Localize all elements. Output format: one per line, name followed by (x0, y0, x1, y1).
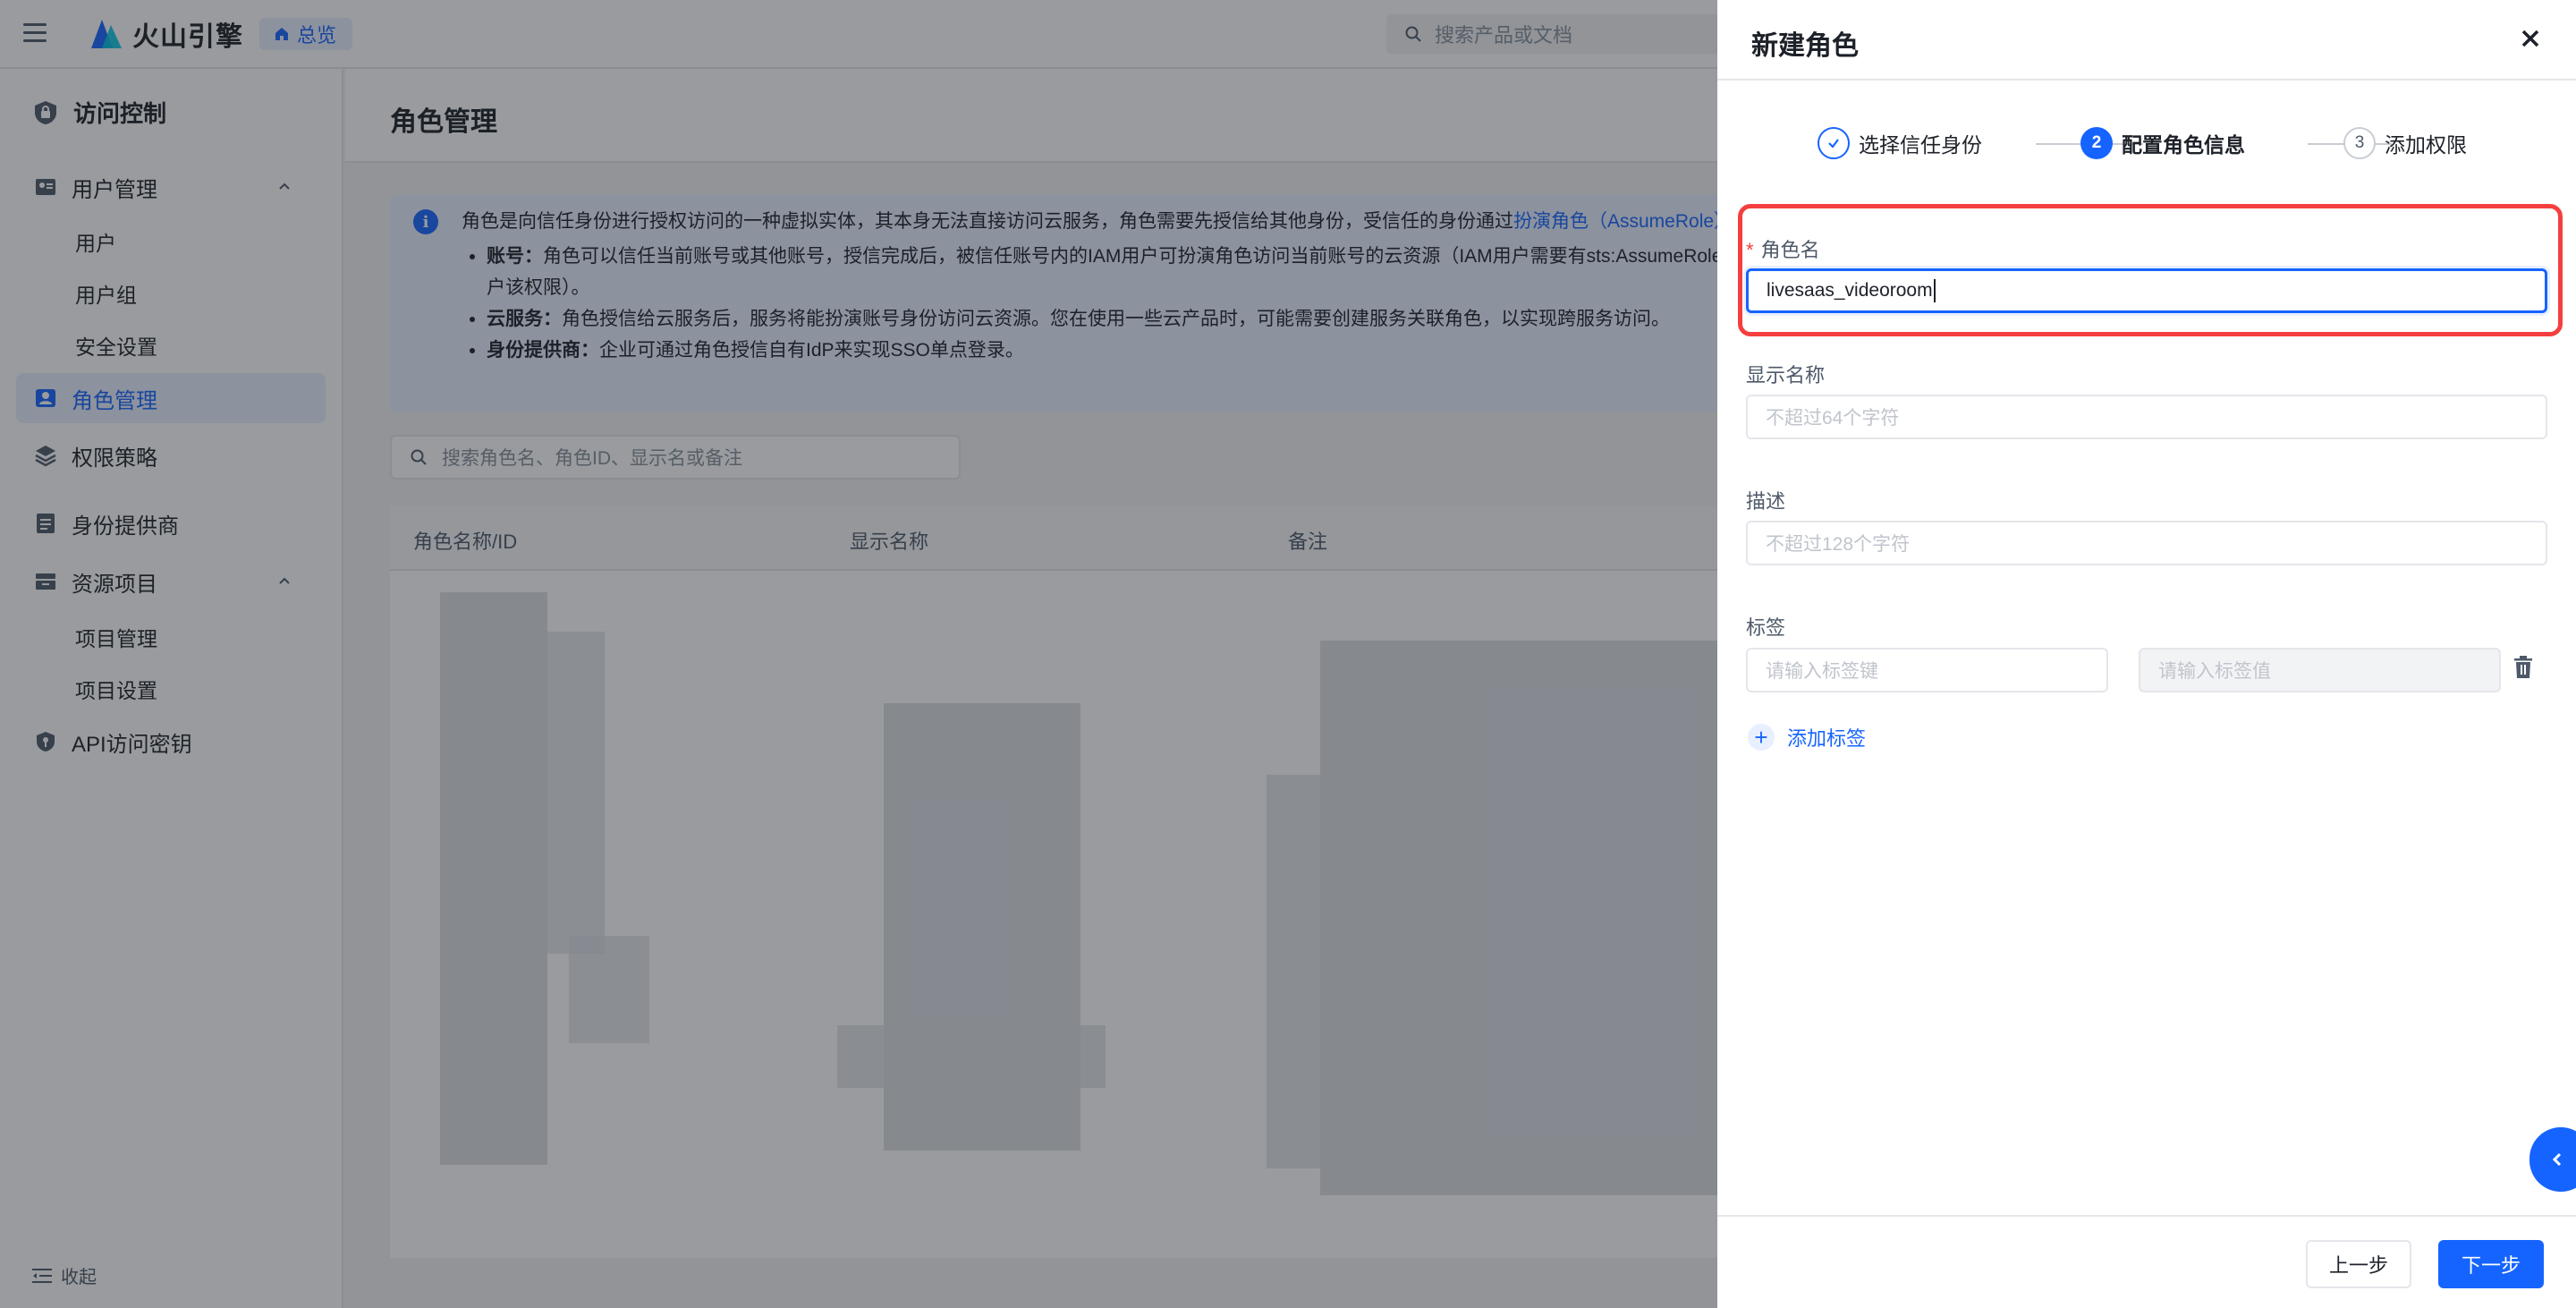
close-icon[interactable] (2517, 25, 2544, 52)
step-number: 2 (2080, 127, 2113, 159)
check-icon (1818, 127, 1850, 159)
drawer-footer: 上一步 下一步 (1717, 1215, 2576, 1308)
tag-key-placeholder: 请输入标签键 (1766, 661, 1878, 682)
tag-value-placeholder: 请输入标签值 (2158, 661, 2271, 682)
role-name-input[interactable]: livesaas_videoroom (1746, 268, 2547, 313)
trash-icon[interactable] (2513, 656, 2533, 679)
tag-value-input[interactable]: 请输入标签值 (2139, 648, 2501, 692)
description-label: 描述 (1746, 490, 1786, 513)
next-step-button[interactable]: 下一步 (2438, 1240, 2544, 1288)
display-name-label: 显示名称 (1746, 364, 1826, 386)
add-tag-button[interactable]: + 添加标签 (1748, 723, 1866, 752)
step-configure-role: 2 配置角色信息 (2080, 127, 2245, 159)
description-placeholder: 不超过128个字符 (1766, 534, 1911, 555)
chevron-left-icon (2552, 1152, 2562, 1167)
role-name-value: livesaas_videoroom (1767, 280, 1933, 301)
tag-key-input[interactable]: 请输入标签键 (1746, 648, 2108, 692)
tags-label: 标签 (1746, 616, 1786, 639)
step-select-trust[interactable]: 选择信任身份 (1818, 127, 1982, 159)
step-label: 选择信任身份 (1859, 133, 1982, 157)
role-name-label: * 角色名 (1746, 239, 1820, 261)
drawer-title: 新建角色 (1751, 31, 1859, 61)
stepper: 选择信任身份 2 配置角色信息 3 添加权限 (1818, 127, 2479, 163)
step-number: 3 (2343, 127, 2376, 159)
display-name-placeholder: 不超过64个字符 (1766, 408, 1900, 429)
step-label: 配置角色信息 (2122, 133, 2245, 157)
text-caret (1933, 279, 1936, 302)
description-input[interactable]: 不超过128个字符 (1746, 521, 2547, 565)
drawer-header: 新建角色 (1717, 0, 2576, 81)
step-add-permission: 3 添加权限 (2343, 127, 2467, 159)
plus-icon: + (1748, 724, 1775, 751)
display-name-input[interactable]: 不超过64个字符 (1746, 395, 2547, 439)
prev-step-button[interactable]: 上一步 (2306, 1240, 2411, 1288)
required-mark: * (1746, 239, 1754, 261)
step-label: 添加权限 (2385, 133, 2467, 157)
add-tag-label: 添加标签 (1787, 727, 1867, 750)
